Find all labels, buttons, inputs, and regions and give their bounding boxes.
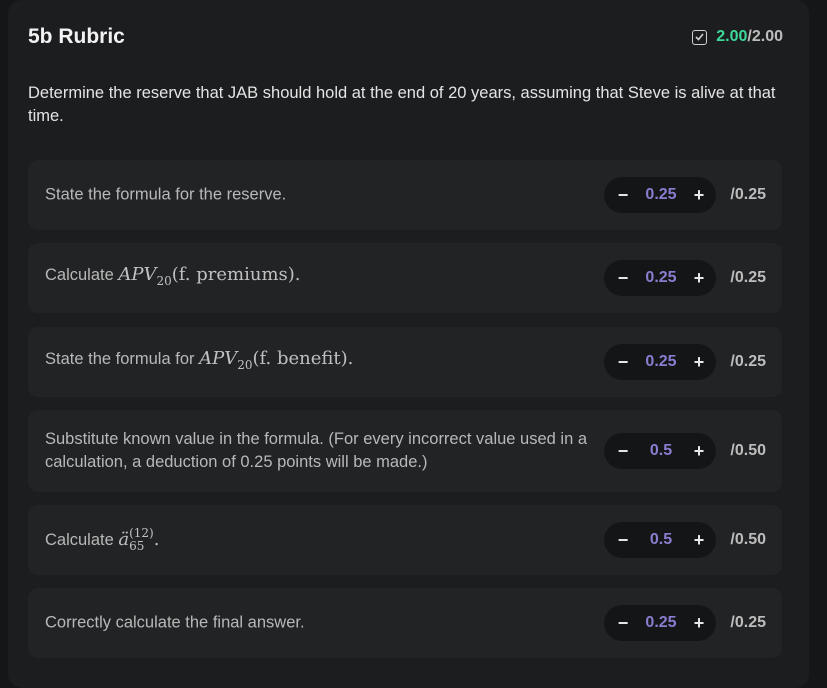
score-value: 0.25 — [645, 186, 677, 203]
math-symbol: APV — [118, 264, 157, 286]
rubric-item: Substitute known value in the formula. (… — [28, 410, 782, 492]
math-argument: (f. benefit). — [252, 348, 354, 370]
increment-button[interactable]: + — [692, 613, 706, 634]
decrement-button[interactable]: − — [616, 185, 630, 206]
score-stepper: − 0.25 + — [604, 344, 716, 380]
max-points: /0.25 — [730, 614, 766, 631]
label-text: Calculate — [45, 266, 119, 285]
score-earned: 2.00 — [716, 28, 748, 45]
max-points: /0.25 — [730, 186, 766, 203]
decrement-button[interactable]: − — [616, 530, 630, 551]
label-text: Calculate — [45, 531, 119, 549]
increment-button[interactable]: + — [692, 530, 706, 551]
rubric-item-label: Calculate APV20(f. premiums). — [45, 263, 605, 293]
score-value: 0.5 — [649, 531, 673, 548]
score-stepper: − 0.25 + — [604, 177, 716, 213]
increment-button[interactable]: + — [692, 441, 706, 462]
rubric-item-label: Correctly calculate the final answer. — [45, 613, 305, 632]
score-value: 0.25 — [645, 269, 677, 286]
max-points: /0.25 — [730, 269, 766, 286]
math-subscript: 20 — [156, 273, 172, 288]
rubric-item-label: State the formula for APV20(f. benefit). — [45, 347, 605, 377]
rubric-item-label: State the formula for the reserve. — [45, 185, 287, 204]
math-argument: . — [153, 529, 160, 550]
decrement-button[interactable]: − — [616, 613, 630, 634]
score-stepper: − 0.5 + — [604, 433, 716, 469]
math-symbol: APV — [199, 348, 238, 370]
check-square-icon — [692, 29, 708, 45]
rubric-item: Calculate APV20(f. premiums). − 0.25 + /… — [28, 243, 782, 313]
math-argument: (f. premiums). — [171, 264, 301, 286]
math-expression: APV20(f. premiums). — [118, 264, 301, 288]
rubric-item: Calculate ä (12) 65. − 0.5 + /0.50 — [28, 505, 782, 575]
rubric-item: Correctly calculate the final answer. − … — [28, 588, 782, 658]
max-points: /0.50 — [730, 442, 766, 459]
decrement-button[interactable]: − — [616, 441, 630, 462]
math-expression: ä (12) 65. — [118, 527, 160, 553]
question-text: Determine the reserve that JAB should ho… — [28, 84, 776, 125]
math-symbol: ä — [118, 529, 130, 550]
rubric-panel: 5b Rubric 2.00/2.00 Determine the reserv… — [8, 0, 809, 688]
score-stepper: − 0.5 + — [604, 522, 716, 558]
increment-button[interactable]: + — [692, 352, 706, 373]
score-value: 0.25 — [645, 353, 677, 370]
math-subscript: 65 — [129, 539, 145, 553]
rubric-item-label: Calculate ä (12) 65. — [45, 527, 605, 553]
increment-button[interactable]: + — [692, 185, 706, 206]
score-stepper: − 0.25 + — [604, 260, 716, 296]
total-score: 2.00/2.00 — [692, 28, 783, 46]
score-value: 0.5 — [649, 442, 673, 459]
math-expression: APV20(f. benefit). — [199, 348, 354, 372]
increment-button[interactable]: + — [692, 268, 706, 289]
score-value: 0.25 — [645, 614, 677, 631]
score-stepper: − 0.25 + — [604, 605, 716, 641]
rubric-item: State the formula for the reserve. − 0.2… — [28, 160, 782, 230]
rubric-item-label: Substitute known value in the formula. (… — [45, 430, 588, 471]
max-points: /0.50 — [730, 531, 766, 548]
decrement-button[interactable]: − — [616, 268, 630, 289]
decrement-button[interactable]: − — [616, 352, 630, 373]
score-total: /2.00 — [747, 28, 783, 45]
label-text: State the formula for — [45, 350, 200, 369]
max-points: /0.25 — [730, 353, 766, 370]
rubric-title: 5b Rubric — [28, 25, 125, 48]
rubric-item: State the formula for APV20(f. benefit).… — [28, 327, 782, 397]
math-subscript: 20 — [237, 357, 253, 372]
